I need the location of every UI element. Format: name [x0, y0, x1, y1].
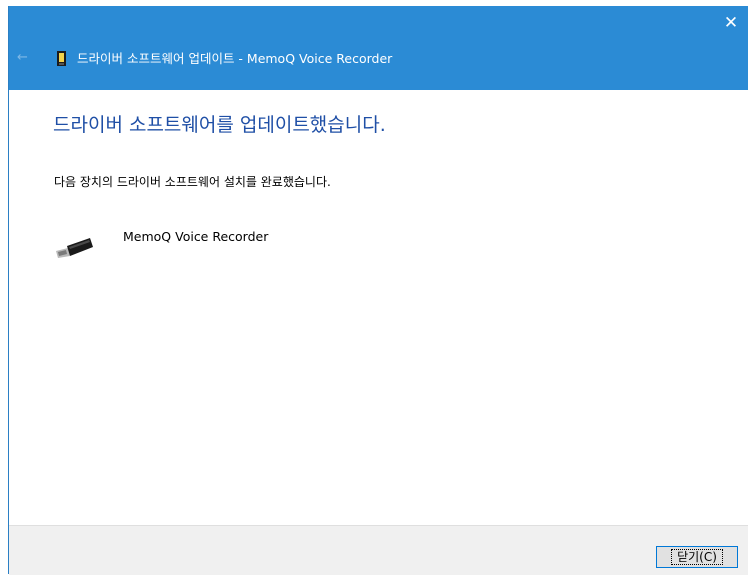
back-arrow-icon[interactable]: ← — [17, 50, 33, 66]
device-name: MemoQ Voice Recorder — [123, 229, 269, 244]
page-title: 드라이버 소프트웨어를 업데이트했습니다. — [53, 114, 386, 136]
driver-update-dialog: ✕ ← 드라이버 소프트웨어 업데이트 - MemoQ Voice Record… — [8, 6, 748, 575]
device-icon — [57, 51, 66, 66]
close-icon[interactable]: ✕ — [720, 12, 742, 34]
close-button[interactable]: 닫기(C) — [656, 546, 738, 568]
footer: 닫기(C) — [9, 525, 748, 575]
title-bar[interactable]: ✕ ← 드라이버 소프트웨어 업데이트 - MemoQ Voice Record… — [9, 6, 748, 90]
description-text: 다음 장치의 드라이버 소프트웨어 설치를 완료했습니다. — [54, 175, 331, 189]
window-title: 드라이버 소프트웨어 업데이트 - MemoQ Voice Recorder — [77, 51, 393, 66]
usb-device-icon — [56, 238, 93, 258]
close-button-label: 닫기(C) — [671, 549, 723, 565]
